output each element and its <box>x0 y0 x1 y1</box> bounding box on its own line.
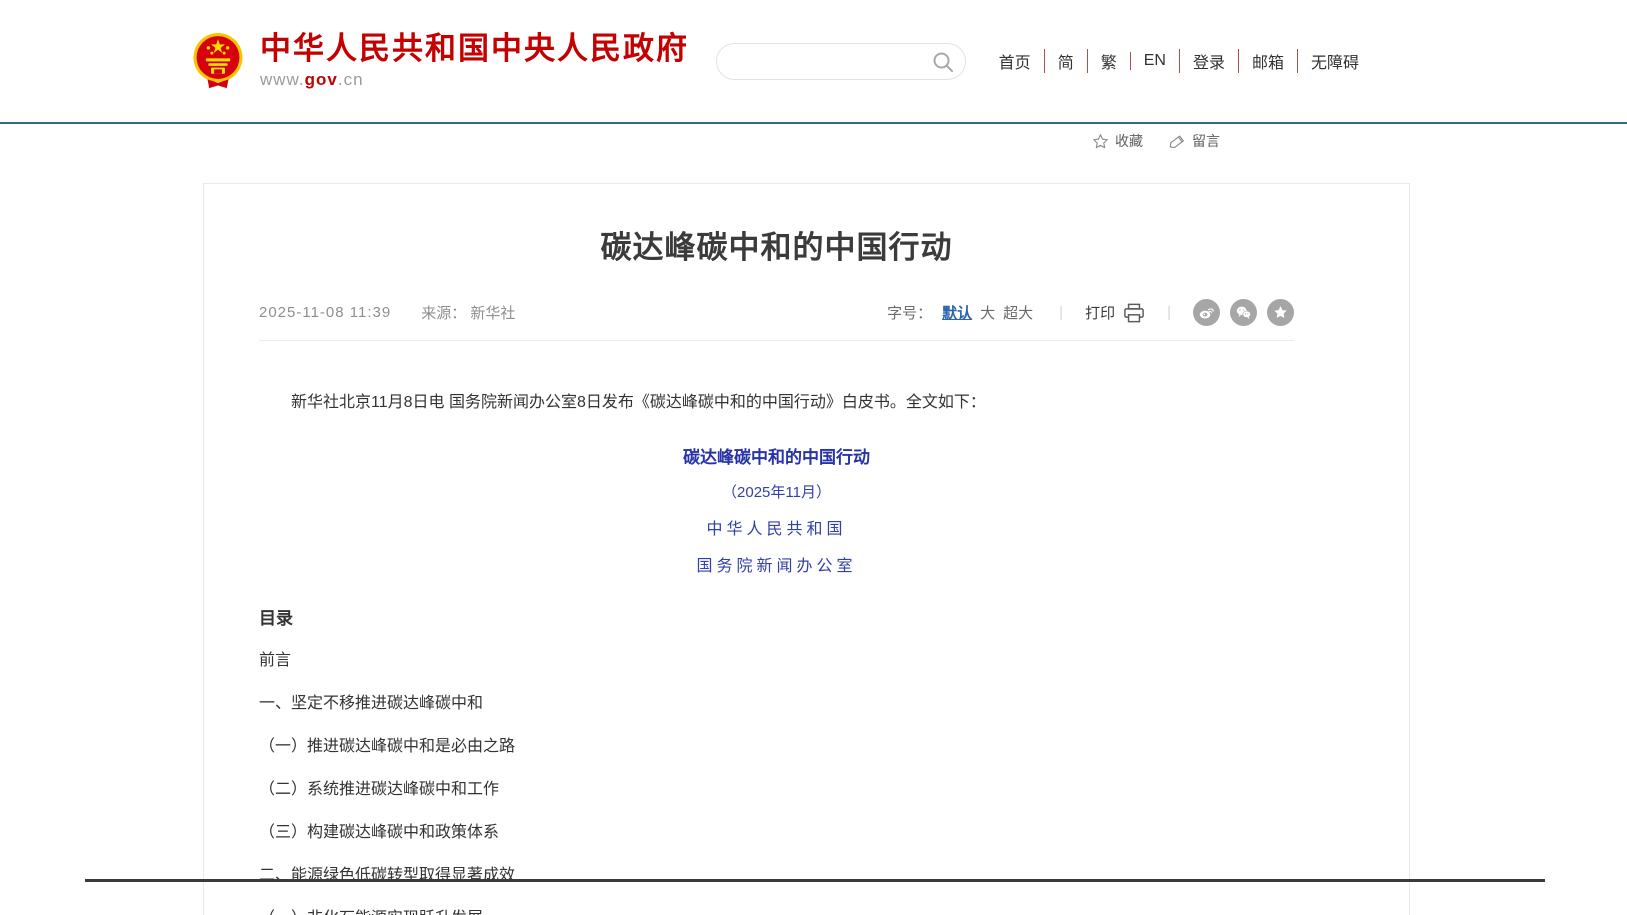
article-title: 碳达峰碳中和的中国行动 <box>259 222 1294 267</box>
source-label: 来源： <box>421 305 466 322</box>
pencil-icon <box>1169 133 1186 150</box>
site-logo[interactable]: 中华人民共和国中央人民政府 www.gov.cn <box>190 30 689 92</box>
toc-item-2-1: （一）非化石能源实现跃升发展 <box>259 908 1294 915</box>
article-meta-row: 2025-11-08 11:39 来源： 新华社 字号： 默认 大 超大 | 打… <box>259 299 1294 341</box>
toc-item-1: 一、坚定不移推进碳达峰碳中和 <box>259 693 1294 715</box>
search-input[interactable] <box>733 46 933 76</box>
printer-icon <box>1123 303 1145 323</box>
message-label: 留言 <box>1192 131 1220 151</box>
share-wechat-button[interactable] <box>1230 299 1257 326</box>
share-icons <box>1193 299 1294 326</box>
nav-login[interactable]: 登录 <box>1179 49 1238 73</box>
share-favorite-button[interactable] <box>1267 299 1294 326</box>
wechat-icon <box>1235 304 1252 321</box>
toc-item-2: 二、能源绿色低碳转型取得显著成效 <box>259 865 1294 887</box>
document-date: （2025年11月） <box>259 481 1294 502</box>
nav-accessibility[interactable]: 无障碍 <box>1297 49 1372 73</box>
search-box <box>716 43 966 80</box>
nav-simplified[interactable]: 简 <box>1044 49 1087 73</box>
toc-title: 目录 <box>259 604 1294 629</box>
share-weibo-button[interactable] <box>1193 299 1220 326</box>
bottom-edge-line <box>85 879 1545 882</box>
site-url: www.gov.cn <box>260 70 689 90</box>
fontsize-xlarge-button[interactable]: 超大 <box>1003 302 1033 323</box>
document-title: 碳达峰碳中和的中国行动 <box>259 443 1294 468</box>
toc-item-1-3: （三）构建碳达峰碳中和政策体系 <box>259 822 1294 844</box>
article-container: 碳达峰碳中和的中国行动 2025-11-08 11:39 来源： 新华社 字号：… <box>203 183 1410 915</box>
star-outline-icon <box>1092 133 1109 150</box>
favorite-button[interactable]: 收藏 <box>1092 131 1143 151</box>
national-emblem-icon <box>190 30 246 92</box>
site-url-gov: gov <box>305 70 338 89</box>
star-badge-icon <box>1272 304 1289 321</box>
site-url-www: www. <box>260 70 305 89</box>
print-button[interactable]: 打印 <box>1085 302 1145 323</box>
search-button[interactable] <box>931 50 955 74</box>
nav-english[interactable]: EN <box>1130 52 1179 70</box>
site-url-cn: .cn <box>338 70 364 89</box>
toc-item-preface: 前言 <box>259 650 1294 672</box>
lead-paragraph: 新华社北京11月8日电 国务院新闻办公室8日发布《碳达峰碳中和的中国行动》白皮书… <box>259 391 1294 415</box>
fontsize-label: 字号： <box>887 302 932 323</box>
source-value[interactable]: 新华社 <box>470 305 515 322</box>
top-nav: 首页 简 繁 EN 登录 邮箱 无障碍 <box>984 49 1372 73</box>
weibo-icon <box>1198 304 1215 321</box>
nav-traditional[interactable]: 繁 <box>1087 49 1130 73</box>
favorite-label: 收藏 <box>1115 131 1143 151</box>
search-icon <box>931 50 955 74</box>
publish-date: 2025-11-08 11:39 <box>259 304 391 321</box>
separator: | <box>1167 304 1171 321</box>
nav-mail[interactable]: 邮箱 <box>1238 49 1297 73</box>
fontsize-default-button[interactable]: 默认 <box>942 302 972 323</box>
header-divider-line <box>0 122 1627 124</box>
fontsize-large-button[interactable]: 大 <box>980 302 995 323</box>
toc-item-1-2: （二）系统推进碳达峰碳中和工作 <box>259 779 1294 801</box>
print-label: 打印 <box>1085 302 1115 323</box>
document-author-line1: 中华人民共和国 <box>259 515 1294 539</box>
page-toolbar: 收藏 留言 <box>1092 131 1220 151</box>
separator: | <box>1059 304 1063 321</box>
message-button[interactable]: 留言 <box>1169 131 1220 151</box>
site-title: 中华人民共和国中央人民政府 <box>260 32 689 66</box>
site-header: 中华人民共和国中央人民政府 www.gov.cn 首页 简 繁 EN <box>0 0 1627 122</box>
document-author-line2: 国务院新闻办公室 <box>259 552 1294 576</box>
toc-item-1-1: （一）推进碳达峰碳中和是必由之路 <box>259 736 1294 758</box>
source: 来源： 新华社 <box>421 302 515 323</box>
nav-home[interactable]: 首页 <box>984 49 1044 73</box>
page: 中华人民共和国中央人民政府 www.gov.cn 首页 简 繁 EN <box>0 0 1627 915</box>
